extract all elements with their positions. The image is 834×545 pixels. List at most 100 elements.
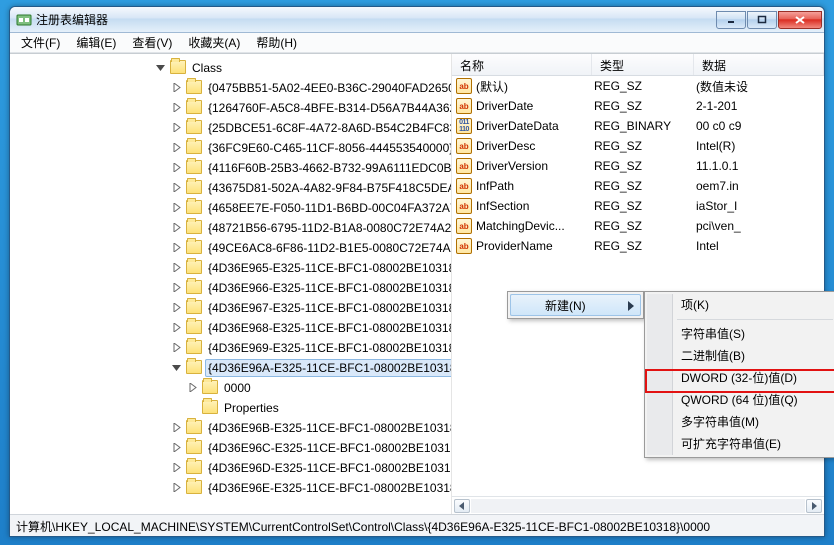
string-value-icon: ab [456, 138, 472, 154]
list-row[interactable]: ab(默认)REG_SZ(数值未设 [452, 76, 824, 96]
expand-icon[interactable] [172, 283, 181, 292]
string-value-icon: ab [456, 178, 472, 194]
expand-icon[interactable] [172, 343, 181, 352]
folder-icon [186, 320, 202, 334]
list-row[interactable]: abInfPathREG_SZoem7.in [452, 176, 824, 196]
expand-icon[interactable] [172, 323, 181, 332]
list-row[interactable]: 011110DriverDateDataREG_BINARY00 c0 c9 [452, 116, 824, 136]
close-button[interactable] [778, 11, 822, 29]
col-data[interactable]: 数据 [694, 54, 824, 75]
folder-icon [186, 360, 202, 374]
menu-item-expandstring[interactable]: 可扩充字符串值(E) [647, 433, 834, 455]
maximize-button[interactable] [747, 11, 777, 29]
expand-icon[interactable] [172, 163, 181, 172]
menu-view[interactable]: 查看(V) [125, 33, 179, 52]
expand-icon[interactable] [172, 483, 181, 492]
tree-item[interactable]: {43675D81-502A-4A82-9F84-B75F418C5DEA} [170, 178, 451, 198]
tree-item[interactable]: {4658EE7E-F050-11D1-B6BD-00C04FA372A7} [170, 198, 451, 218]
expand-icon[interactable] [172, 303, 181, 312]
menu-separator [677, 319, 833, 320]
expand-icon[interactable] [188, 383, 197, 392]
menu-fav[interactable]: 收藏夹(A) [181, 33, 247, 52]
menu-item-new[interactable]: 新建(N) [510, 294, 641, 316]
menu-help[interactable]: 帮助(H) [249, 33, 304, 52]
tree-item[interactable]: 0000 [186, 378, 451, 398]
collapse-icon[interactable] [172, 363, 181, 372]
scroll-right-icon[interactable] [806, 499, 822, 513]
expand-icon[interactable] [172, 463, 181, 472]
list-row[interactable]: abDriverDateREG_SZ2-1-201 [452, 96, 824, 116]
menu-item-binary[interactable]: 二进制值(B) [647, 345, 834, 367]
expand-icon[interactable] [172, 123, 181, 132]
list-row[interactable]: abMatchingDevic...REG_SZpci\ven_ [452, 216, 824, 236]
folder-icon [170, 60, 186, 74]
tree-item[interactable]: {1264760F-A5C8-4BFE-B314-D56A7B44A362} [170, 98, 451, 118]
window-buttons [716, 11, 822, 29]
list-row[interactable]: abDriverDescREG_SZIntel(R) [452, 136, 824, 156]
tree-item-open[interactable]: {4D36E96A-E325-11CE-BFC1-08002BE10318} [170, 358, 451, 378]
list-row[interactable]: abDriverVersionREG_SZ11.1.0.1 [452, 156, 824, 176]
tree-item[interactable]: {4D36E969-E325-11CE-BFC1-08002BE10318} [170, 338, 451, 358]
tree-item[interactable]: {0475BB51-5A02-4EE0-B36C-29040FAD2650} [170, 78, 451, 98]
expand-icon[interactable] [172, 143, 181, 152]
expand-icon[interactable] [172, 423, 181, 432]
col-name[interactable]: 名称 [452, 54, 592, 75]
menu-item-string[interactable]: 字符串值(S) [647, 323, 834, 345]
menu-file[interactable]: 文件(F) [14, 33, 67, 52]
tree-panel[interactable]: Class {0475BB51-5A02-4EE0-B36C-29040FAD2… [10, 54, 452, 514]
tree-item[interactable]: {4D36E966-E325-11CE-BFC1-08002BE10318} [170, 278, 451, 298]
col-type[interactable]: 类型 [592, 54, 694, 75]
status-bar: 计算机\HKEY_LOCAL_MACHINE\SYSTEM\CurrentCon… [10, 514, 824, 536]
menu-item-qword[interactable]: QWORD (64 位)值(Q) [647, 389, 834, 411]
tree-item[interactable]: {4D36E965-E325-11CE-BFC1-08002BE10318} [170, 258, 451, 278]
folder-icon [186, 420, 202, 434]
scroll-track[interactable] [471, 499, 805, 513]
h-scrollbar[interactable] [452, 496, 824, 514]
expand-icon[interactable] [172, 263, 181, 272]
tree-item[interactable]: {4116F60B-25B3-4662-B732-99A6111EDC0B} [170, 158, 451, 178]
folder-icon [186, 100, 202, 114]
expand-icon[interactable] [172, 203, 181, 212]
expand-icon[interactable] [172, 183, 181, 192]
tree-item[interactable]: Properties [186, 398, 451, 418]
tree-item[interactable]: {48721B56-6795-11D2-B1A8-0080C72E74A2} [170, 218, 451, 238]
folder-icon [186, 440, 202, 454]
tree-item[interactable]: {4D36E96B-E325-11CE-BFC1-08002BE10318} [170, 418, 451, 438]
list-row[interactable]: abInfSectionREG_SZiaStor_I [452, 196, 824, 216]
expand-icon[interactable] [172, 223, 181, 232]
expand-icon[interactable] [172, 103, 181, 112]
menu-item-key[interactable]: 项(K) [647, 294, 834, 316]
menu-edit[interactable]: 编辑(E) [69, 33, 123, 52]
tree-item[interactable]: {25DBCE51-6C8F-4A72-8A6D-B54C2B4FC835} [170, 118, 451, 138]
tree-item[interactable]: {4D36E96E-E325-11CE-BFC1-08002BE10318} [170, 478, 451, 498]
list-header[interactable]: 名称 类型 数据 [452, 54, 824, 76]
titlebar[interactable]: 注册表编辑器 [10, 7, 824, 33]
folder-icon [202, 400, 218, 414]
folder-icon [186, 260, 202, 274]
context-submenu-new: 项(K) 字符串值(S) 二进制值(B) DWORD (32-位)值(D) QW… [644, 291, 834, 458]
expand-icon[interactable] [172, 243, 181, 252]
folder-icon [186, 200, 202, 214]
tree-item[interactable]: {4D36E96C-E325-11CE-BFC1-08002BE10318} [170, 438, 451, 458]
tree-item[interactable]: {49CE6AC8-6F86-11D2-B1E5-0080C72E74A2} [170, 238, 451, 258]
tree-root[interactable]: Class [154, 58, 451, 78]
folder-icon [186, 460, 202, 474]
tree-item[interactable]: {4D36E968-E325-11CE-BFC1-08002BE10318} [170, 318, 451, 338]
menu-item-multistring[interactable]: 多字符串值(M) [647, 411, 834, 433]
tree-item[interactable]: {4D36E967-E325-11CE-BFC1-08002BE10318} [170, 298, 451, 318]
string-value-icon: ab [456, 158, 472, 174]
tree-item[interactable]: {36FC9E60-C465-11CF-8056-444553540000} [170, 138, 451, 158]
folder-icon [202, 380, 218, 394]
minimize-button[interactable] [716, 11, 746, 29]
tree-item[interactable]: {4D36E96D-E325-11CE-BFC1-08002BE10318} [170, 458, 451, 478]
collapse-icon[interactable] [156, 63, 165, 72]
expand-icon[interactable] [172, 83, 181, 92]
list-row[interactable]: abProviderNameREG_SZIntel [452, 236, 824, 256]
expand-icon[interactable] [172, 443, 181, 452]
binary-value-icon: 011110 [456, 118, 472, 134]
scroll-left-icon[interactable] [454, 499, 470, 513]
app-icon [16, 12, 32, 28]
menu-item-dword[interactable]: DWORD (32-位)值(D) [647, 367, 834, 389]
folder-icon [186, 180, 202, 194]
window-title: 注册表编辑器 [36, 11, 716, 28]
